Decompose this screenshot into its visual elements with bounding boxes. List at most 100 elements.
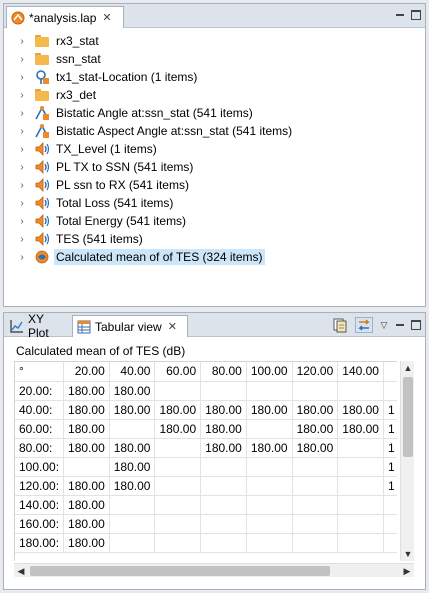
table-cell[interactable]: 180.00	[63, 400, 110, 420]
table-cell[interactable]	[154, 457, 202, 477]
tree-item[interactable]: › rx3_det	[10, 86, 98, 104]
table-cell[interactable]: 180.00	[63, 533, 110, 553]
table-cell[interactable]	[292, 495, 339, 515]
maximize-icon[interactable]	[411, 320, 421, 330]
table-cell[interactable]	[383, 381, 397, 401]
tab-tabular-view[interactable]: Tabular view ✕	[72, 315, 188, 337]
table-cell[interactable]: 180.00	[109, 381, 156, 401]
column-header[interactable]: 20.00	[63, 362, 110, 382]
table-cell[interactable]: 180.00	[63, 514, 110, 534]
column-header[interactable]: 40.00	[109, 362, 156, 382]
table-cell[interactable]: 180.00	[109, 476, 156, 496]
table-cell[interactable]	[154, 514, 202, 534]
chevron-right-icon[interactable]: ›	[16, 125, 28, 137]
table-cell[interactable]	[200, 495, 247, 515]
view-menu-icon[interactable]: ▽	[379, 320, 389, 330]
table-cell[interactable]	[109, 533, 156, 553]
horizontal-scrollbar[interactable]: ◀ ▶	[14, 563, 414, 577]
column-header[interactable]: 80.00	[200, 362, 247, 382]
table-cell[interactable]	[246, 381, 293, 401]
table-cell[interactable]: 180.00	[154, 419, 202, 439]
table-cell[interactable]	[109, 419, 156, 439]
table-cell[interactable]	[246, 476, 293, 496]
table-cell[interactable]: 180.00	[154, 400, 202, 420]
table-cell[interactable]: 180.00	[337, 419, 384, 439]
table-cell[interactable]	[246, 495, 293, 515]
table-cell[interactable]	[200, 533, 247, 553]
minimize-icon[interactable]	[395, 320, 405, 330]
table-cell[interactable]	[154, 476, 202, 496]
scroll-left-icon[interactable]: ◀	[14, 564, 28, 578]
data-grid[interactable]: ° 20.00 40.00 60.00 80.00 100.00 120.00 140.00 2…	[14, 361, 397, 561]
table-cell[interactable]	[337, 533, 384, 553]
close-icon[interactable]: ✕	[168, 320, 177, 333]
table-cell[interactable]	[154, 381, 202, 401]
table-cell[interactable]: 180.00	[200, 438, 247, 458]
column-header[interactable]: 60.00	[154, 362, 202, 382]
table-cell[interactable]: 180.00	[109, 457, 156, 477]
table-cell[interactable]	[200, 457, 247, 477]
table-cell[interactable]	[154, 495, 202, 515]
tree-item[interactable]: › TES (541 items)	[10, 230, 145, 248]
table-cell[interactable]: 180.00	[63, 495, 110, 515]
maximize-icon[interactable]	[411, 10, 421, 20]
tree-item[interactable]: › Calculated mean of of TES (324 items)	[10, 248, 265, 266]
scrollbar-thumb[interactable]	[403, 377, 413, 457]
column-header[interactable]	[383, 362, 397, 382]
tree-item[interactable]: › Total Loss (541 items)	[10, 194, 175, 212]
editor-tab-analysis[interactable]: *analysis.lap ✕	[6, 6, 124, 28]
table-cell[interactable]: 1	[383, 457, 397, 477]
close-icon[interactable]: ✕	[102, 11, 111, 24]
chevron-right-icon[interactable]: ›	[16, 71, 28, 83]
table-cell[interactable]	[337, 476, 384, 496]
chevron-right-icon[interactable]: ›	[16, 233, 28, 245]
table-cell[interactable]: 180.00	[200, 419, 247, 439]
table-cell[interactable]	[383, 495, 397, 515]
chevron-right-icon[interactable]: ›	[16, 215, 28, 227]
table-cell[interactable]: 180.00	[246, 400, 293, 420]
chevron-right-icon[interactable]: ›	[16, 251, 28, 263]
table-cell[interactable]: 180.00	[246, 438, 293, 458]
chevron-right-icon[interactable]: ›	[16, 197, 28, 209]
table-cell[interactable]	[292, 476, 339, 496]
chevron-right-icon[interactable]: ›	[16, 107, 28, 119]
scroll-right-icon[interactable]: ▶	[400, 564, 414, 578]
tree-item[interactable]: › tx1_stat-Location (1 items)	[10, 68, 199, 86]
table-cell[interactable]	[109, 495, 156, 515]
table-cell[interactable]: 180.00	[292, 419, 339, 439]
chevron-right-icon[interactable]: ›	[16, 89, 28, 101]
table-cell[interactable]: 180.00	[109, 400, 156, 420]
table-cell[interactable]: 180.00	[337, 400, 384, 420]
link-selection-icon[interactable]	[355, 317, 373, 333]
column-header[interactable]: 140.00	[337, 362, 384, 382]
table-cell[interactable]	[337, 381, 384, 401]
table-cell[interactable]	[154, 533, 202, 553]
tab-xy-plot[interactable]: XY Plot	[6, 312, 70, 340]
column-header[interactable]: 100.00	[246, 362, 293, 382]
table-cell[interactable]	[63, 457, 110, 477]
table-cell[interactable]: 1	[383, 476, 397, 496]
table-cell[interactable]: 180.00	[109, 438, 156, 458]
tree-item[interactable]: › rx3_stat	[10, 32, 101, 50]
table-cell[interactable]	[154, 438, 202, 458]
vertical-scrollbar[interactable]: ▲ ▼	[400, 361, 414, 561]
table-cell[interactable]	[246, 419, 293, 439]
table-cell[interactable]: 180.00	[292, 438, 339, 458]
table-cell[interactable]	[292, 533, 339, 553]
chevron-right-icon[interactable]: ›	[16, 179, 28, 191]
tree-item[interactable]: › PL TX to SSN (541 items)	[10, 158, 195, 176]
table-cell[interactable]	[200, 514, 247, 534]
table-cell[interactable]: 180.00	[200, 400, 247, 420]
table-cell[interactable]	[337, 438, 384, 458]
table-cell[interactable]	[383, 533, 397, 553]
table-cell[interactable]	[292, 457, 339, 477]
copy-icon[interactable]	[331, 317, 349, 333]
chevron-right-icon[interactable]: ›	[16, 53, 28, 65]
table-cell[interactable]	[337, 495, 384, 515]
table-cell[interactable]: 1	[383, 438, 397, 458]
table-cell[interactable]	[109, 514, 156, 534]
scroll-up-icon[interactable]: ▲	[401, 361, 415, 375]
tree-item[interactable]: › ssn_stat	[10, 50, 103, 68]
table-cell[interactable]	[337, 514, 384, 534]
table-cell[interactable]: 180.00	[63, 419, 110, 439]
